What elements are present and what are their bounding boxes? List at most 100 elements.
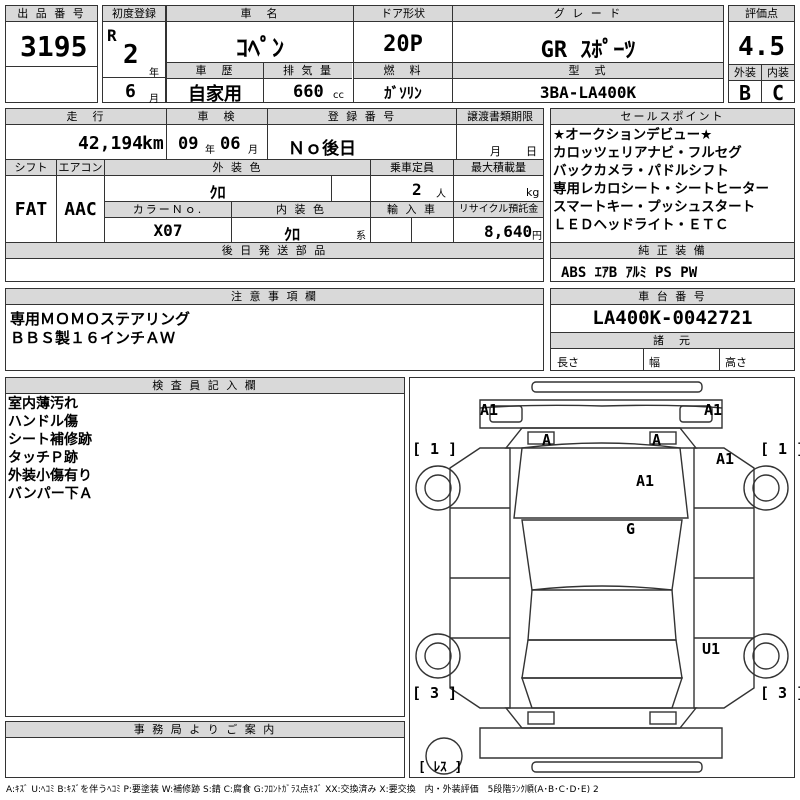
list-item: ハンドル傷 bbox=[8, 414, 78, 430]
list-item: スマートキー・プッシュスタート bbox=[553, 199, 756, 215]
registration-value: Ｎｏ後日 bbox=[288, 139, 356, 159]
grade-value: GR ｽﾎﾟｰﾂ bbox=[540, 38, 636, 63]
shift-label: シフト bbox=[6, 160, 56, 176]
max-load-unit: kg bbox=[526, 186, 540, 199]
inspection-month: 06 bbox=[220, 134, 241, 154]
mileage-value: 42,194 bbox=[78, 133, 144, 154]
width-label: 幅 bbox=[649, 356, 660, 369]
chassis-number: LA400K-0042721 bbox=[592, 307, 753, 329]
displacement-label: 排 気 量 bbox=[264, 63, 352, 79]
inspector-list: 室内薄汚れ ハンドル傷 シート補修跡 タッチＰ跡 外装小傷有り バンパー下Ａ bbox=[8, 395, 93, 503]
later-parts-label: 後 日 発 送 部 品 bbox=[6, 243, 543, 259]
import-label: 輸 入 車 bbox=[371, 202, 453, 218]
interior-grade-label: 内装 bbox=[762, 65, 794, 81]
equipment-label: 純 正 装 備 bbox=[551, 243, 794, 259]
score-label: 評価点 bbox=[729, 6, 794, 22]
damage-mark: A1 bbox=[716, 450, 735, 468]
inspection-year: 09 bbox=[178, 134, 199, 154]
score-value: 4.5 bbox=[738, 32, 785, 62]
interior-color-unit: 系 bbox=[356, 231, 366, 242]
recycle-value: 8,640 bbox=[484, 222, 533, 241]
car-name: ｺﾍﾟﾝ bbox=[236, 34, 284, 62]
shift-value: FAT bbox=[14, 199, 48, 220]
door-value: 20P bbox=[383, 32, 423, 57]
capacity-label: 乗車定員 bbox=[371, 160, 453, 176]
spare-tag: [ ﾚｽ ] bbox=[418, 760, 463, 775]
list-item: ＬＥＤヘッドライト・ＥＴＣ bbox=[553, 217, 729, 233]
length-label: 長さ bbox=[557, 356, 579, 369]
chassis-box: 車 台 番 号 LA400K-0042721 諸 元 長さ 幅 高さ bbox=[550, 288, 795, 371]
exterior-color-value: ｸﾛ bbox=[209, 183, 226, 202]
list-item: タッチＰ跡 bbox=[8, 450, 78, 466]
list-item: 室内薄汚れ bbox=[8, 396, 78, 412]
wheel-tag: [ 1 ] bbox=[412, 440, 458, 458]
model-label: 型 式 bbox=[453, 63, 723, 79]
lot-box: 出 品 番 号 3195 bbox=[5, 5, 98, 103]
legend: A:ｷｽﾞ U:ﾍｺﾐ B:ｷｽﾞを伴うﾍｺﾐ P:要塗装 W:補修跡 S:錆 … bbox=[6, 785, 599, 795]
damage-mark: G bbox=[626, 520, 636, 538]
recycle-unit: 円 bbox=[532, 231, 542, 242]
door-label: ドア形状 bbox=[354, 6, 452, 22]
first-registration-box: 初度登録 R 2 年 6 月 bbox=[102, 5, 166, 105]
max-load-label: 最大積載量 bbox=[454, 160, 543, 176]
sales-points-label: セールスポイント bbox=[551, 109, 794, 125]
sales-points-box: セールスポイント ★オークションデビュー★ カロッツェリアナビ・フルセグ バック… bbox=[550, 108, 795, 282]
wheel-tag: [ 3 ] bbox=[412, 684, 458, 702]
damage-mark: A bbox=[652, 431, 662, 449]
model-value: 3BA-LA400K bbox=[539, 83, 637, 102]
grade-label: グ レ ー ド bbox=[453, 6, 723, 22]
era-letter: R bbox=[107, 26, 117, 45]
damage-mark: U1 bbox=[702, 640, 721, 658]
inspector-box: 検 査 員 記 入 欄 室内薄汚れ ハンドル傷 シート補修跡 タッチＰ跡 外装小… bbox=[5, 377, 405, 717]
color-number-label: カラーＮｏ. bbox=[105, 202, 231, 218]
recycle-label: リサイクル預託金 bbox=[454, 202, 543, 218]
ac-label: エアコン bbox=[57, 160, 104, 176]
list-item: シート補修跡 bbox=[8, 432, 92, 448]
chassis-label: 車 台 番 号 bbox=[551, 289, 794, 305]
list-item: カロッツェリアナビ・フルセグ bbox=[553, 145, 742, 161]
exterior-grade-label: 外装 bbox=[729, 65, 761, 81]
transfer-month-unit: 月 bbox=[490, 145, 501, 158]
damage-mark: A bbox=[542, 431, 552, 449]
lot-label: 出 品 番 号 bbox=[6, 6, 97, 22]
office-box: 事 務 局 よ り ご 案 内 bbox=[5, 721, 405, 778]
first-reg-label: 初度登録 bbox=[103, 6, 165, 22]
damage-mark: A1 bbox=[636, 472, 655, 490]
fuel-value: ｶﾞｿﾘﾝ bbox=[384, 84, 422, 102]
ac-value: AAC bbox=[64, 199, 97, 220]
displacement-value: 660 bbox=[293, 82, 324, 102]
inspection-month-unit: 月 bbox=[248, 145, 258, 156]
score-box: 評価点 4.5 外装 内装 B C bbox=[728, 5, 795, 105]
list-item: バンパー下Ａ bbox=[8, 486, 93, 502]
exterior-color-label: 外 装 色 bbox=[105, 160, 370, 176]
list-item: 専用レカロシート・シートヒーター bbox=[553, 181, 769, 197]
lot-number: 3195 bbox=[20, 30, 88, 63]
year-value: 2 bbox=[123, 40, 139, 70]
history-label: 車 歴 bbox=[167, 63, 263, 79]
mileage-unit: km bbox=[142, 133, 164, 154]
list-item: ★オークションデビュー★ bbox=[553, 127, 713, 143]
transfer-deadline-label: 譲渡書類期限 bbox=[457, 109, 543, 125]
sales-points-list: ★オークションデビュー★ カロッツェリアナビ・フルセグ バックカメラ・パドルシフ… bbox=[553, 126, 769, 234]
month-unit: 月 bbox=[149, 94, 159, 105]
exterior-grade-value: B bbox=[738, 81, 752, 105]
car-name-label: 車 名 bbox=[167, 6, 353, 22]
car-diagram-box: A1 A1 A A A1 A1 G U1 [ 1 ] [ 1 ] [ 3 ] [… bbox=[409, 377, 800, 778]
displacement-unit: cc bbox=[333, 90, 344, 101]
mileage-label: 走 行 bbox=[6, 109, 166, 125]
office-label: 事 務 局 よ り ご 案 内 bbox=[6, 722, 404, 738]
interior-color-label: 内 装 色 bbox=[232, 202, 370, 218]
inspection-label: 車 検 bbox=[167, 109, 267, 125]
transfer-day-unit: 日 bbox=[526, 145, 537, 158]
details-box: 走 行 42,194 km 車 検 09 年 06 月 登 録 番 号 Ｎｏ後日… bbox=[5, 108, 544, 282]
registration-label: 登 録 番 号 bbox=[268, 109, 456, 125]
notes-box: 注 意 事 項 欄 専用ＭＯＭＯステアリング ＢＢＳ製１６インチＡＷ bbox=[5, 288, 544, 371]
damage-mark: A1 bbox=[704, 401, 723, 419]
height-label: 高さ bbox=[725, 356, 747, 369]
damage-mark: A1 bbox=[480, 401, 499, 419]
wheel-tag: [ 3 ] bbox=[760, 684, 800, 702]
notes-item: 専用ＭＯＭＯステアリング bbox=[10, 310, 191, 328]
dimensions-label: 諸 元 bbox=[551, 333, 794, 349]
interior-grade-value: C bbox=[771, 81, 785, 105]
capacity-unit: 人 bbox=[436, 189, 446, 200]
